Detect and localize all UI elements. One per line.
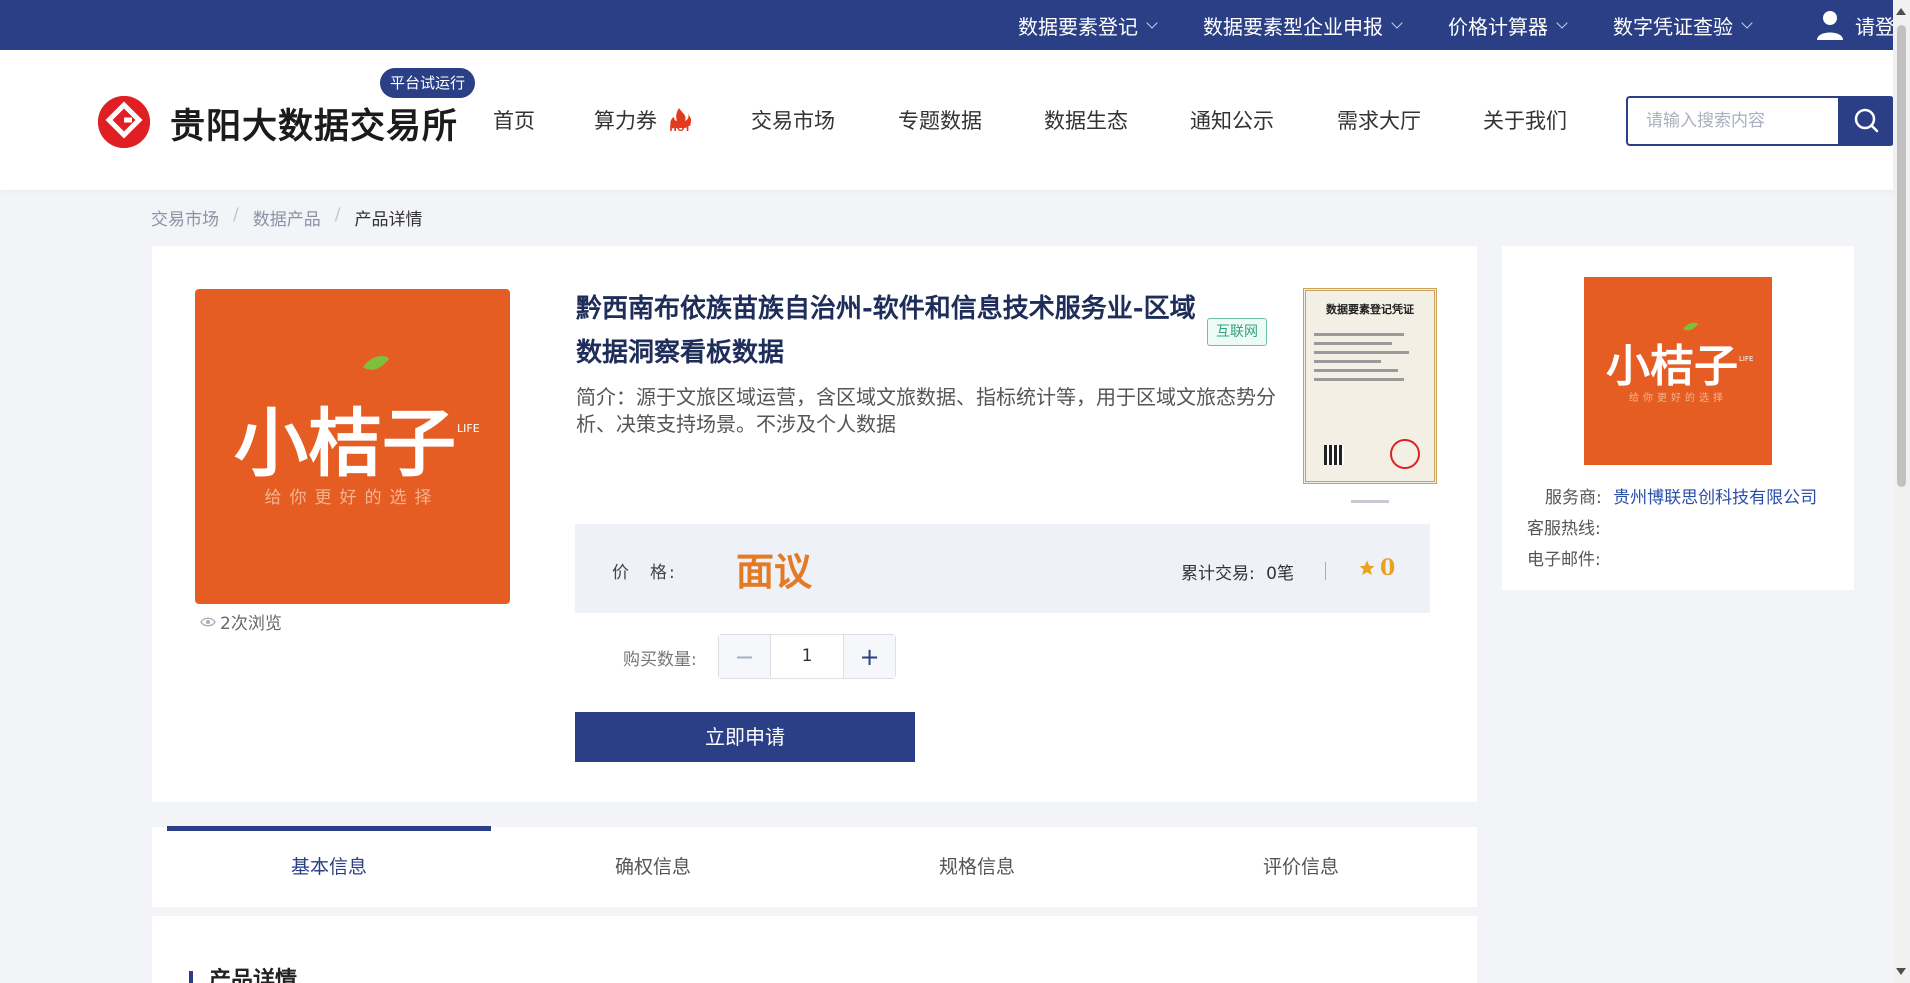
star-icon [1359,560,1375,576]
scrollbar-thumb[interactable] [1897,25,1906,487]
chevron-down-icon [1556,16,1568,29]
login-label: 请登 [1855,14,1895,39]
nav-trading-market[interactable]: 交易市场 [751,105,835,135]
user-icon [1817,11,1843,40]
topbar-menu-label: 价格计算器 [1448,14,1548,39]
top-bar: 数据要素登记 数据要素型企业申报 价格计算器 数字凭证查验 请登 [0,0,1910,50]
certificate-title: 数据要素登记凭证 [1326,303,1414,316]
tab-spec-info[interactable]: 规格信息 [815,827,1139,907]
nav-about-us[interactable]: 关于我们 [1483,105,1567,135]
svg-text:小桔子: 小桔子 [234,401,456,487]
chevron-down-icon [1741,16,1753,29]
price-label: 价 格: [612,563,677,583]
topbar-menu-enterprise-declaration[interactable]: 数据要素型企业申报 [1203,0,1403,50]
category-tag: 互联网 [1207,318,1267,346]
email-label: 电子邮件: [1527,550,1601,570]
quantity-stepper: − 1 + [718,634,896,679]
qr-code-icon [1324,445,1344,465]
tab-rights-info[interactable]: 确权信息 [491,827,815,907]
svg-text:LIFE: LIFE [457,422,480,435]
rating: 0 [1358,555,1395,581]
price-panel [575,524,1430,613]
search-icon [1854,108,1879,133]
provider-label: 服务商: [1545,488,1602,508]
view-count-label: 2次浏览 [220,614,282,634]
breadcrumb-product-detail: 产品详情 [354,210,423,230]
deals-label: 累计交易: [1181,564,1255,584]
main-header: 贵阳大数据交易所 平台试运行 首页 算力券 HOT 交易市场 专题数据 数据生态… [0,50,1910,190]
brand-name[interactable]: 贵阳大数据交易所 [170,98,458,149]
detail-section-title: 产品详情 [209,968,298,983]
quantity-label: 购买数量: [623,650,697,670]
nav-topic-data[interactable]: 专题数据 [898,105,982,135]
eye-icon [200,617,216,626]
chevron-down-icon [1146,16,1158,29]
view-count: 2次浏览 [200,609,282,634]
price-value: 面议 [736,549,813,594]
nav-compute-voucher[interactable]: 算力券 [594,105,657,135]
topbar-menu-data-registration[interactable]: 数据要素登记 [1018,0,1158,50]
nav-notices[interactable]: 通知公示 [1190,105,1274,135]
svg-text:LIFE: LIFE [1739,355,1753,363]
rating-value: 0 [1380,555,1396,581]
provider-row: 服务商: 贵州博联思创科技有限公司 [1545,483,1817,508]
topbar-menu-label: 数据要素登记 [1018,14,1138,39]
carousel-indicator[interactable] [1351,500,1389,503]
search-button[interactable] [1838,96,1894,146]
section-marker [189,971,193,983]
breadcrumb: 交易市场 / 数据产品 / 产品详情 [151,205,422,230]
seal-icon [1390,439,1420,469]
breadcrumb-trading-market[interactable]: 交易市场 [151,205,219,230]
hotline-label: 客服热线: [1527,519,1601,539]
increment-button[interactable]: + [843,635,895,678]
nav-home[interactable]: 首页 [493,105,535,135]
nav-data-ecosystem[interactable]: 数据生态 [1044,105,1128,135]
chevron-down-icon [1391,16,1403,29]
tab-review-info[interactable]: 评价信息 [1139,827,1463,907]
svg-text:给你更好的选择: 给你更好的选择 [1629,391,1727,404]
logo-icon[interactable] [98,96,150,148]
topbar-menu-price-calculator[interactable]: 价格计算器 [1448,0,1568,50]
certificate-thumbnail[interactable]: 数据要素登记凭证 [1303,288,1437,484]
divider [1325,562,1326,580]
apply-now-button[interactable]: 立即申请 [575,712,915,762]
breadcrumb-separator: / [233,205,239,225]
svg-text:HOT: HOT [669,124,691,132]
nav-demand-hall[interactable]: 需求大厅 [1337,105,1421,135]
decrement-button[interactable]: − [719,635,771,678]
detail-section [152,916,1477,983]
topbar-menu-label: 数字凭证查验 [1613,14,1733,39]
product-intro: 简介：源于文旅区域运营，含区域文旅数据、指标统计等，用于区域文旅态势分析、决策支… [576,385,1276,436]
breadcrumb-separator: / [334,205,341,225]
provider-name-link[interactable]: 贵州博联思创科技有限公司 [1613,488,1817,508]
provider-logo: 小桔子 LIFE 给你更好的选择 [1584,277,1772,465]
topbar-menu-label: 数据要素型企业申报 [1203,14,1383,39]
svg-text:小桔子: 小桔子 [1606,341,1738,392]
topbar-menu-certificate-verify[interactable]: 数字凭证查验 [1613,0,1753,50]
scroll-down-arrow[interactable] [1896,968,1906,975]
cumulative-deals: 累计交易: 0笔 [1181,559,1294,584]
product-image: 小桔子 LIFE 给你更好的选择 [195,289,510,604]
quantity-input[interactable]: 1 [771,635,843,678]
breadcrumb-data-products[interactable]: 数据产品 [253,205,321,230]
login-link[interactable]: 请登 [1815,0,1895,50]
product-title: 黔西南布依族苗族自治州-软件和信息技术服务业-区域数据洞察看板数据 [576,294,1196,368]
scroll-up-arrow[interactable] [1896,8,1906,15]
hot-icon: HOT [669,108,692,132]
deals-value: 0笔 [1266,564,1294,584]
tab-basic-info[interactable]: 基本信息 [167,827,491,907]
search-input[interactable] [1626,96,1840,146]
svg-text:给你更好的选择: 给你更好的选择 [265,488,440,508]
trial-badge: 平台试运行 [380,68,476,98]
